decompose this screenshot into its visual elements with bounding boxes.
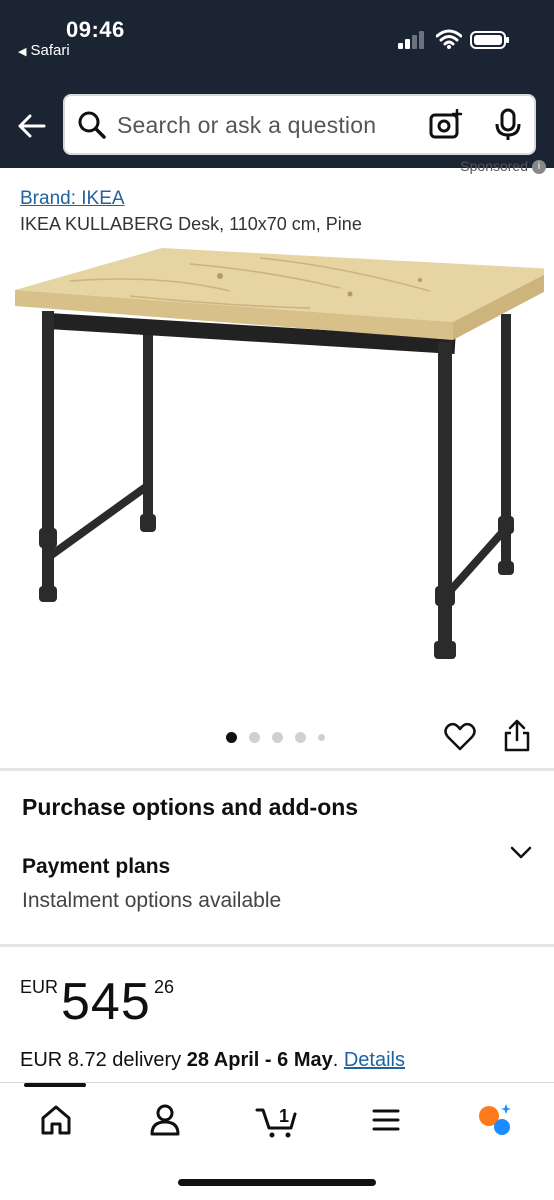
tab-home[interactable]: [36, 1100, 76, 1140]
share-icon[interactable]: [502, 719, 532, 753]
payment-plans-title[interactable]: Payment plans: [22, 855, 170, 879]
top-header: 09:46 ◀ Safari Search or ask a question: [0, 0, 554, 168]
price-currency: EUR: [20, 977, 59, 997]
carousel-dot[interactable]: [249, 731, 260, 743]
tab-cart[interactable]: 1: [255, 1100, 299, 1140]
search-icon: [78, 111, 106, 139]
product-title: IKEA KULLABERG Desk, 110x70 cm, Pine: [20, 214, 362, 234]
payment-plans-subtitle: Instalment options available: [22, 889, 282, 912]
tab-menu[interactable]: [366, 1100, 406, 1140]
battery-icon: [470, 31, 509, 49]
camera-search-icon[interactable]: [429, 109, 463, 141]
carousel-dot[interactable]: [226, 731, 237, 743]
back-to-app-link[interactable]: ◀ Safari: [18, 42, 70, 59]
home-icon: [41, 1105, 71, 1135]
back-app-label: Safari: [30, 42, 70, 59]
status-time: 09:46: [66, 17, 125, 42]
product-image[interactable]: [10, 236, 544, 676]
wifi-icon: [436, 29, 462, 49]
active-tab-indicator: [24, 1083, 86, 1087]
search-placeholder: Search or ask a question: [117, 112, 377, 138]
delivery-suffix: .: [332, 1049, 344, 1071]
purchase-options-heading: Purchase options and add-ons: [22, 794, 359, 820]
section-divider: [0, 768, 554, 771]
heart-icon[interactable]: [444, 722, 476, 752]
tab-account[interactable]: [145, 1100, 185, 1140]
carousel-dot[interactable]: [318, 733, 325, 741]
price-whole: 545: [61, 973, 151, 1031]
cart-icon: 1: [255, 1106, 297, 1138]
delivery-info: EUR 8.72 delivery 28 April - 6 May. Deta…: [20, 1049, 405, 1072]
cellular-signal-icon: [398, 31, 424, 49]
rufus-ai-icon: [479, 1104, 511, 1135]
info-icon: i: [532, 160, 546, 175]
delivery-details-link[interactable]: Details: [344, 1049, 405, 1071]
chevron-down-icon[interactable]: [508, 842, 534, 864]
back-arrow-icon[interactable]: [14, 108, 50, 144]
carousel-dot[interactable]: [295, 731, 306, 743]
search-input[interactable]: Search or ask a question: [63, 94, 536, 155]
delivery-dates: 28 April - 6 May: [186, 1049, 333, 1071]
home-indicator: [178, 1179, 376, 1186]
microphone-icon[interactable]: [493, 108, 523, 142]
delivery-prefix: EUR 8.72 delivery: [20, 1049, 187, 1071]
account-icon: [150, 1104, 180, 1136]
back-triangle-icon: ◀: [18, 46, 27, 58]
image-carousel-dots[interactable]: [226, 730, 325, 744]
section-divider: [0, 944, 554, 947]
menu-icon: [372, 1109, 400, 1131]
brand-link[interactable]: Brand: IKEA: [20, 188, 125, 210]
tab-rufus[interactable]: [474, 1100, 514, 1140]
cart-count: 1: [279, 1106, 289, 1126]
carousel-dot[interactable]: [272, 731, 283, 743]
price-fraction: 26: [154, 977, 175, 997]
sponsored-label[interactable]: Sponsored i: [460, 160, 546, 176]
